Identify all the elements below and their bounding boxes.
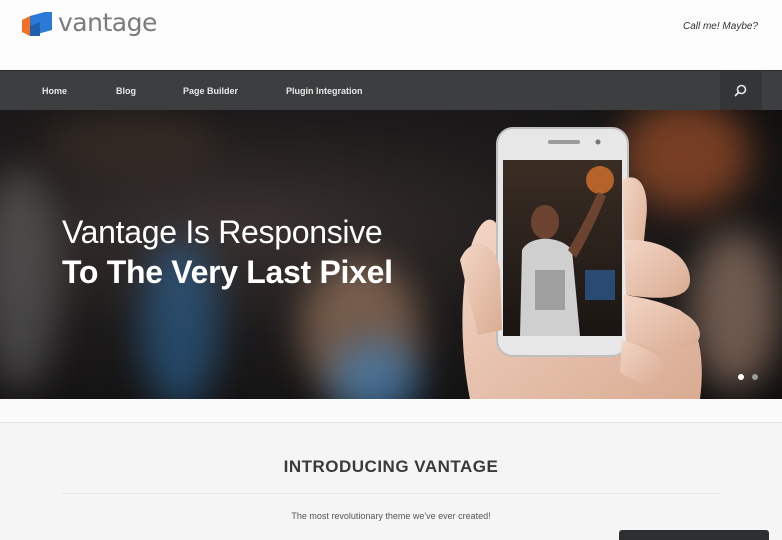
site-tagline: Call me! Maybe?: [682, 21, 758, 32]
nav-item-page-builder[interactable]: Page Builder: [183, 71, 238, 111]
search-button[interactable]: [720, 71, 762, 111]
intro-divider: [62, 493, 720, 494]
intro-heading: INTRODUCING VANTAGE: [283, 457, 499, 476]
slide-dot[interactable]: [752, 374, 758, 380]
slide-dot-active[interactable]: [737, 374, 744, 380]
search-icon: [734, 84, 747, 97]
nav-item-home[interactable]: Home: [42, 71, 67, 111]
nav-item-plugin-integration[interactable]: Plugin Integration: [286, 71, 363, 111]
hero-heading-line2: To The Very Last Pixel: [62, 254, 393, 290]
floating-panel-edge[interactable]: [619, 530, 769, 540]
nav-item-blog[interactable]: Blog: [116, 71, 136, 111]
slider-pagination: [734, 367, 758, 385]
intro-subtitle: The most revolutionary theme we've ever …: [291, 511, 491, 521]
site-name: vantage: [58, 8, 157, 37]
main-navigation: Home Blog Page Builder Plugin Integratio…: [0, 70, 782, 111]
site-header: vantage Call me! Maybe?: [0, 0, 782, 70]
hero-slider[interactable]: Vantage Is Responsive To The Very Last P…: [0, 110, 782, 399]
site-logo[interactable]: vantage: [20, 8, 157, 42]
section-divider: [0, 399, 782, 423]
vantage-logo-icon: [22, 12, 52, 36]
hero-heading-line1: Vantage Is Responsive: [62, 214, 383, 250]
